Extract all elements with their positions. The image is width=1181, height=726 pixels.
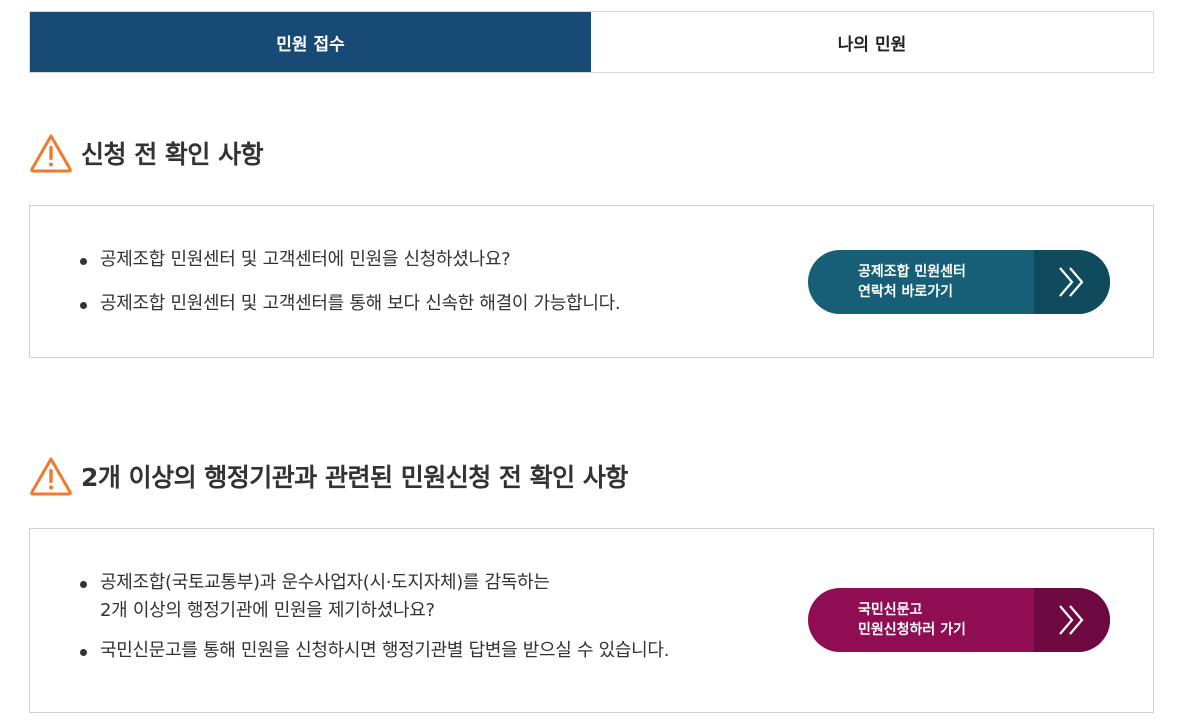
warning-icon [30, 134, 72, 173]
notice-list: 공제조합 민원센터 및 고객센터에 민원을 신청하셨나요? 공제조합 민원센터 … [80, 246, 621, 334]
section-title: 2개 이상의 행정기관과 관련된 민원신청 전 확인 사항 [81, 463, 628, 492]
list-item: 공제조합(국토교통부)과 운수사업자(시·도지자체)를 감독하는 2개 이상의 … [80, 569, 669, 625]
list-item: 국민신문고를 통해 민원을 신청하시면 행정기관별 답변을 받으실 수 있습니다… [80, 637, 669, 665]
button-label-line2: 민원신청하러 가기 [858, 622, 966, 638]
section-heading: 신청 전 확인 사항 [29, 133, 264, 173]
list-item-line: 2개 이상의 행정기관에 민원을 제기하셨나요? [100, 600, 435, 621]
list-item-line: 공제조합(국토교통부)과 운수사업자(시·도지자체)를 감독하는 [100, 572, 550, 593]
list-item: 공제조합 민원센터 및 고객센터를 통해 보다 신속한 해결이 가능합니다. [80, 290, 621, 318]
double-chevron-right-icon [1059, 605, 1084, 635]
tab-my-complaints[interactable]: 나의 민원 [591, 12, 1153, 72]
double-chevron-right-icon [1059, 267, 1084, 297]
warning-icon [30, 457, 72, 496]
section-title: 신청 전 확인 사항 [81, 140, 264, 169]
tab-complaint-submission[interactable]: 민원 접수 [30, 12, 591, 72]
tab-label: 나의 민원 [837, 34, 907, 55]
list-item: 공제조합 민원센터 및 고객센터에 민원을 신청하셨나요? [80, 246, 620, 274]
tab-label: 민원 접수 [276, 34, 345, 55]
notice-box: 공제조합(국토교통부)과 운수사업자(시·도지자체)를 감독하는 2개 이상의 … [29, 528, 1154, 713]
tab-bar: 민원 접수 나의 민원 [29, 11, 1154, 73]
button-label-line2: 연락처 바로가기 [858, 284, 954, 300]
notice-box: 공제조합 민원센터 및 고객센터에 민원을 신청하셨나요? 공제조합 민원센터 … [29, 205, 1154, 358]
notice-list: 공제조합(국토교통부)과 운수사업자(시·도지자체)를 감독하는 2개 이상의 … [80, 569, 669, 673]
section-heading: 2개 이상의 행정기관과 관련된 민원신청 전 확인 사항 [29, 456, 628, 496]
sinmungo-apply-button[interactable]: 국민신문고 민원신청하러 가기 [808, 588, 1110, 652]
button-label-line1: 국민신문고 [858, 602, 923, 618]
button-label-line1: 공제조합 민원센터 [858, 264, 966, 280]
cooperative-contact-button[interactable]: 공제조합 민원센터 연락처 바로가기 [808, 250, 1110, 314]
